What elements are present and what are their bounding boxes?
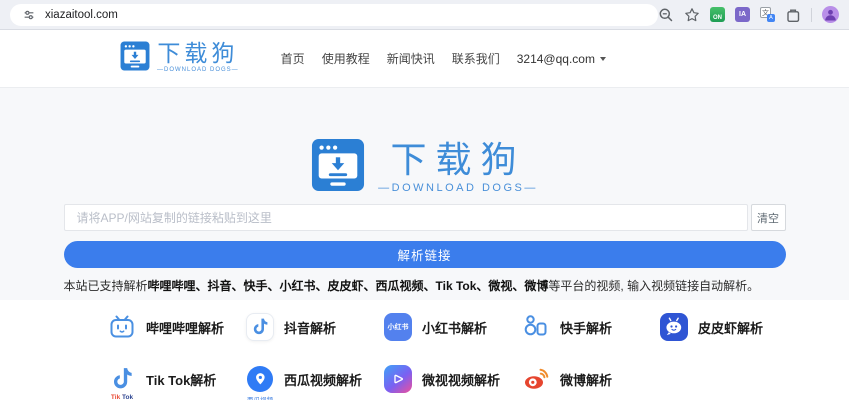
- platform-label: 哔哩哔哩解析: [146, 318, 224, 337]
- extensions-icon[interactable]: [785, 7, 801, 23]
- desc-suffix: 等平台的视频, 输入视频链接自动解析。: [548, 279, 759, 293]
- download-dog-logo-icon: [120, 41, 150, 76]
- download-dog-logo-icon-large: [311, 138, 365, 197]
- platform-douyin[interactable]: 抖音解析: [246, 313, 384, 341]
- browser-toolbar: xiazaitool.com ON IA 文 A: [0, 0, 849, 30]
- platform-weishi[interactable]: 微视视频解析: [384, 365, 522, 393]
- translate-extension-icon[interactable]: 文 A: [760, 7, 775, 22]
- nav-item-contact[interactable]: 联系我们: [452, 50, 500, 67]
- tiktok-icon: Tik Tok: [108, 365, 136, 393]
- zoom-icon[interactable]: [658, 7, 674, 23]
- pipixia-icon: [660, 313, 688, 341]
- hero-logo: 下载狗 —DOWNLOAD DOGS—: [0, 138, 849, 197]
- weishi-icon: [384, 365, 412, 393]
- parse-link-button[interactable]: 解析链接: [64, 241, 786, 268]
- desc-platform-names: 哔哩哔哩、抖音、快手、小红书、皮皮虾、西瓜视频、Tik Tok、微视、微博: [148, 279, 549, 293]
- platform-label: 小红书解析: [422, 318, 487, 337]
- platform-label: 西瓜视频解析: [284, 370, 362, 389]
- xiaohongshu-icon: 小红书: [384, 313, 412, 341]
- header-logo-text: 下载狗: [157, 41, 238, 66]
- link-input[interactable]: [64, 204, 748, 231]
- site-settings-icon[interactable]: [22, 8, 36, 22]
- nav-item-home[interactable]: 首页: [281, 50, 305, 67]
- desc-prefix: 本站已支持解析: [64, 279, 148, 293]
- platform-pipixia[interactable]: 皮皮虾解析: [660, 313, 798, 341]
- kuaishou-icon: [522, 313, 550, 341]
- xigua-caption: 西瓜视频: [247, 394, 273, 400]
- bookmark-star-icon[interactable]: [684, 7, 700, 23]
- clear-button[interactable]: 清空: [751, 204, 786, 231]
- header-logo[interactable]: 下载狗 —DOWNLOAD DOGS—: [120, 41, 239, 76]
- hero-section: 下载狗 —DOWNLOAD DOGS— 清空 解析链接 本站已支持解析哔哩哔哩、…: [0, 88, 849, 300]
- main-nav: 首页 使用教程 新闻快讯 联系我们 3214@qq.com: [281, 50, 606, 67]
- bilibili-icon: [108, 313, 136, 341]
- nav-item-news[interactable]: 新闻快讯: [387, 50, 435, 67]
- supported-platforms-text: 本站已支持解析哔哩哔哩、抖音、快手、小红书、皮皮虾、西瓜视频、Tik Tok、微…: [64, 277, 786, 294]
- account-menu[interactable]: 3214@qq.com: [517, 52, 606, 66]
- platform-label: 微博解析: [560, 370, 612, 389]
- toolbar-divider: [811, 8, 812, 22]
- url-text[interactable]: xiazaitool.com: [45, 9, 118, 21]
- weibo-icon: [522, 365, 550, 393]
- nav-item-tutorial[interactable]: 使用教程: [322, 50, 370, 67]
- platform-label: 微视视频解析: [422, 370, 500, 389]
- platform-xigua[interactable]: 西瓜视频 西瓜视频解析: [246, 365, 384, 393]
- chevron-down-icon: [600, 57, 606, 61]
- platform-grid: 哔哩哔哩解析 抖音解析 小红书 小红书解析 快手解析 皮皮虾解析 Tik Tok…: [0, 300, 849, 393]
- platform-kuaishou[interactable]: 快手解析: [522, 313, 660, 341]
- douyin-icon: [246, 313, 274, 341]
- extension-on-icon[interactable]: ON: [710, 7, 725, 22]
- hero-logo-text: 下载狗: [390, 138, 525, 181]
- tiktok-caption: Tik Tok: [111, 394, 133, 400]
- xigua-icon: 西瓜视频: [246, 365, 274, 393]
- extension-ia-icon[interactable]: IA: [735, 7, 750, 22]
- platform-xiaohongshu[interactable]: 小红书 小红书解析: [384, 313, 522, 341]
- profile-avatar[interactable]: [822, 6, 839, 23]
- platform-label: 快手解析: [560, 318, 612, 337]
- platform-label: 皮皮虾解析: [698, 318, 763, 337]
- account-email: 3214@qq.com: [517, 52, 595, 66]
- address-bar[interactable]: xiazaitool.com: [10, 4, 658, 26]
- platform-weibo[interactable]: 微博解析: [522, 365, 660, 393]
- translate-a-glyph: A: [767, 14, 775, 22]
- platform-tiktok[interactable]: Tik Tok Tik Tok解析: [108, 365, 246, 393]
- site-header: 下载狗 —DOWNLOAD DOGS— 首页 使用教程 新闻快讯 联系我们 32…: [0, 30, 849, 88]
- header-logo-subtitle: —DOWNLOAD DOGS—: [157, 67, 239, 73]
- platform-label: 抖音解析: [284, 318, 336, 337]
- platform-label: Tik Tok解析: [146, 370, 216, 389]
- hero-logo-subtitle: —DOWNLOAD DOGS—: [378, 182, 538, 194]
- platform-bilibili[interactable]: 哔哩哔哩解析: [108, 313, 246, 341]
